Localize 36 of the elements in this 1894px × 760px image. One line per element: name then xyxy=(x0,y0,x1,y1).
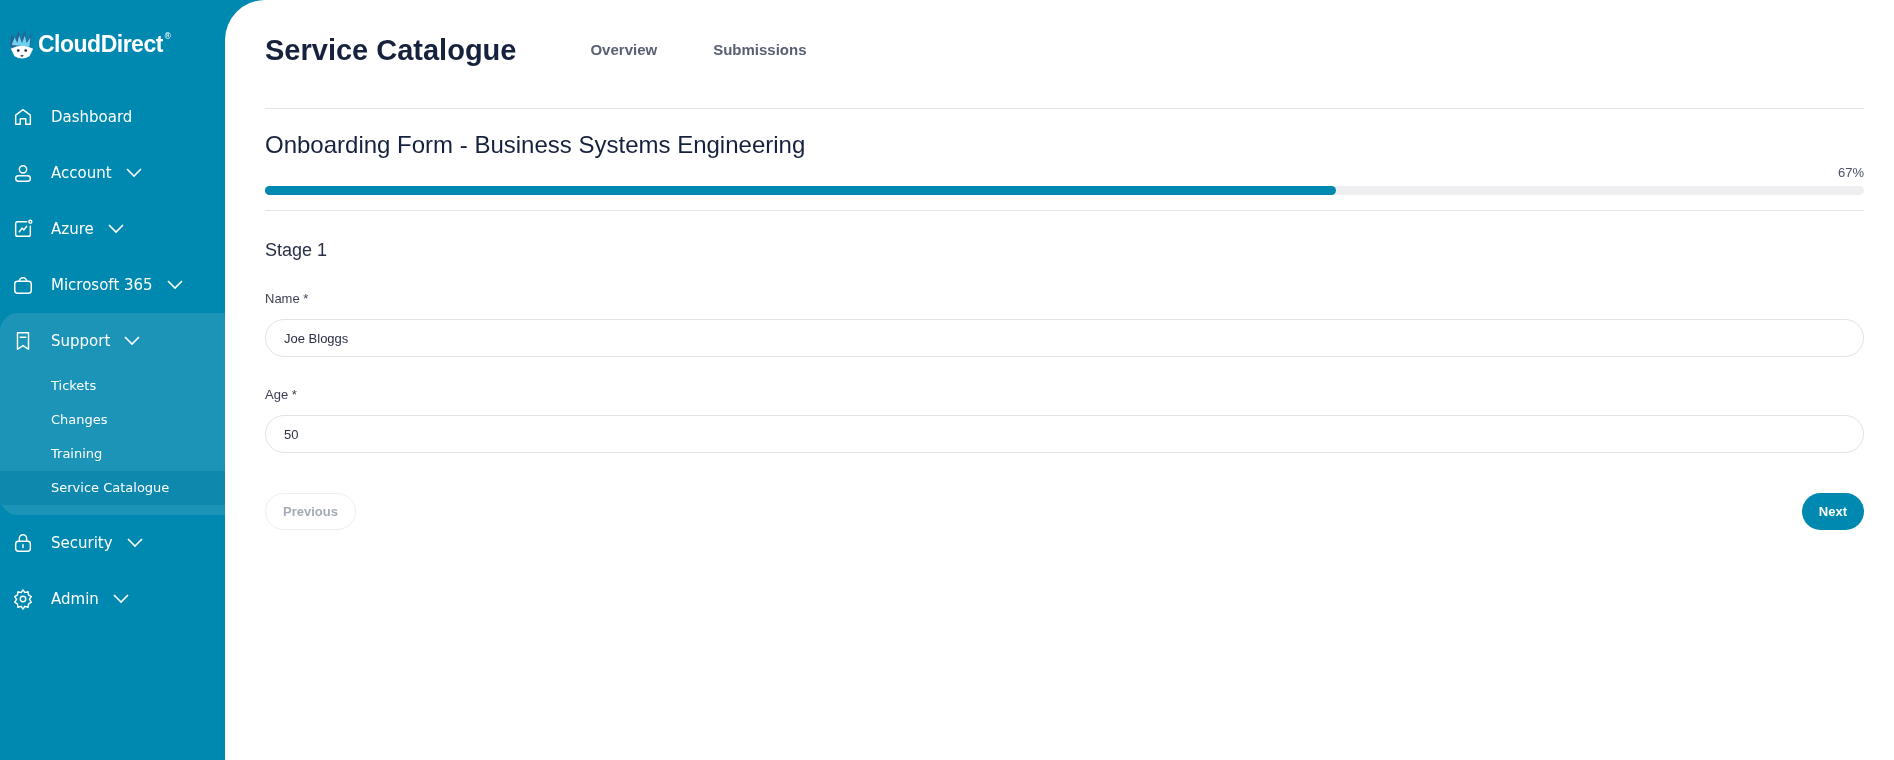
sidebar-subitem[interactable]: Service Catalogue xyxy=(0,471,225,505)
field-label: Age * xyxy=(265,387,298,402)
sidebar-item[interactable]: Account xyxy=(0,145,225,201)
sidebar-item[interactable]: Microsoft 365 xyxy=(0,257,225,313)
home-icon xyxy=(12,106,34,128)
next-button[interactable]: Next xyxy=(1801,493,1864,530)
form-title: Onboarding Form - Business Systems Engineering xyxy=(265,131,807,159)
settings-icon xyxy=(12,588,34,610)
tab[interactable]: Submissions xyxy=(713,34,807,66)
logo-text: CloudDirect xyxy=(38,30,163,58)
lock-icon xyxy=(12,532,34,554)
field-label: Name * xyxy=(265,291,310,306)
sidebar-subitem[interactable]: Changes xyxy=(0,403,225,437)
registered-mark: ® xyxy=(163,32,172,41)
page-title: Service Catalogue xyxy=(265,33,517,67)
progress-percentage: 67% xyxy=(1837,165,1864,180)
sidebar-subitem[interactable]: Tickets xyxy=(0,369,225,403)
chevron-down-icon xyxy=(125,168,142,178)
sidebar-item[interactable]: Dashboard xyxy=(0,89,225,145)
input-field[interactable]: Joe Bloggs xyxy=(265,319,1864,357)
sidebar-item[interactable]: Support xyxy=(0,313,225,369)
chevron-down-icon xyxy=(112,594,129,604)
sidebar-subitem[interactable]: Training xyxy=(0,437,225,471)
stage-heading: Stage 1 xyxy=(265,240,329,261)
sidebar-item[interactable]: Azure xyxy=(0,201,225,257)
bag-icon xyxy=(12,274,34,296)
chevron-down-icon xyxy=(124,336,141,346)
input-field[interactable]: 50 xyxy=(265,415,1864,453)
chart-icon xyxy=(12,218,34,240)
sidebar-item[interactable]: Security xyxy=(0,515,225,571)
sidebar-item[interactable]: Admin xyxy=(0,571,225,627)
user-icon xyxy=(12,162,34,184)
chevron-down-icon xyxy=(166,280,183,290)
chevron-down-icon xyxy=(107,224,124,234)
tab[interactable]: Overview xyxy=(590,34,658,66)
chevron-down-icon xyxy=(126,538,143,548)
